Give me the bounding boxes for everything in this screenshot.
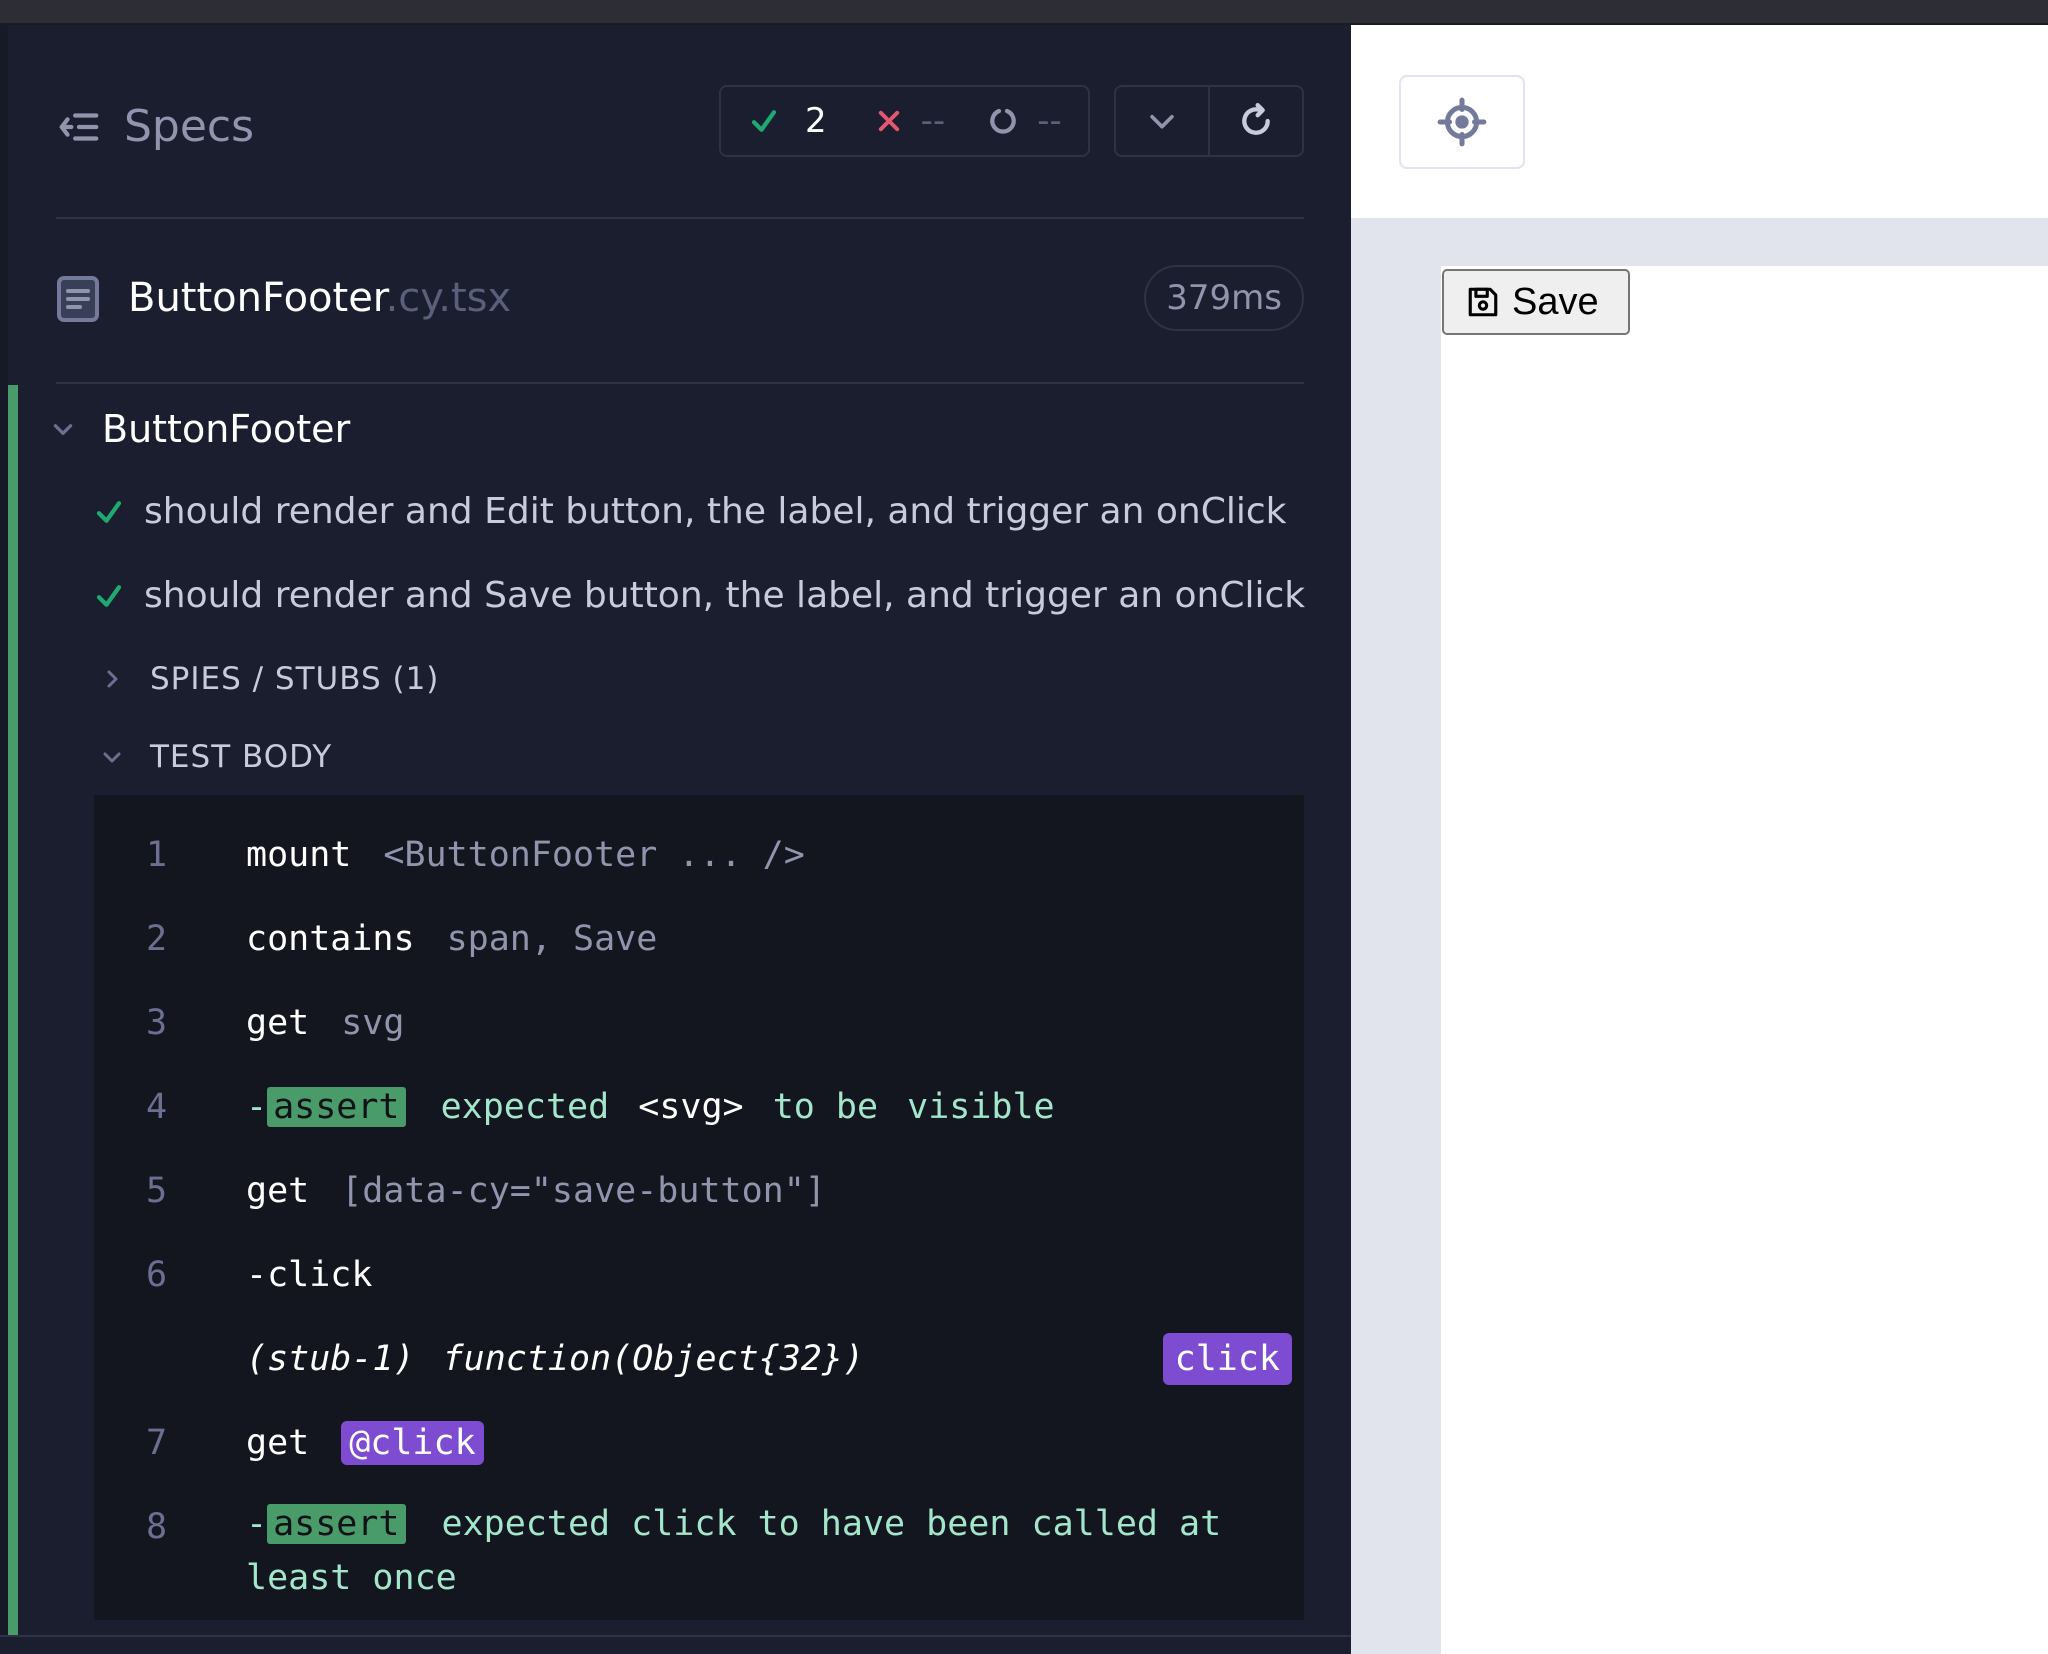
command-number: 3 <box>146 1003 168 1043</box>
app-viewport: Save <box>1441 266 2048 1654</box>
test-row[interactable]: should render and Edit button, the label… <box>94 491 1287 532</box>
command-message: span, Save <box>446 919 658 959</box>
click-event-badge: click <box>1162 1333 1292 1385</box>
chevron-right-icon <box>107 670 118 688</box>
check-icon <box>96 500 122 523</box>
reporter-panel: Specs 2 -- -- ButtonFooter.cy.tsx 379ms … <box>0 25 1351 1654</box>
assert-dash: - <box>246 1504 268 1544</box>
reporter-left-edge <box>0 25 8 1654</box>
refresh-icon <box>1242 103 1270 135</box>
floppy-disk-icon <box>1468 287 1498 317</box>
assert-subject: <svg> <box>638 1087 744 1127</box>
spies-stubs-toggle[interactable]: SPIES / STUBS (1) <box>100 661 439 697</box>
assert-message: expected click to have been called at <box>441 1504 1222 1544</box>
aut-area: Save <box>1351 218 2048 1654</box>
test-body-label: TEST BODY <box>150 739 333 775</box>
specs-label: Specs <box>124 101 255 152</box>
window-top-bar <box>0 0 2048 25</box>
spec-file-row: ButtonFooter.cy.tsx 379ms <box>56 263 1304 333</box>
alias-badge: @click <box>341 1421 484 1465</box>
chevron-down-icon <box>1150 114 1174 129</box>
spec-duration-badge: 379ms <box>1144 265 1304 331</box>
assert-badge: assert <box>267 1504 406 1544</box>
header-divider <box>56 217 1304 219</box>
command-name: contains <box>246 919 415 959</box>
save-button-label: Save <box>1512 280 1599 323</box>
test-title: should render and Save button, the label… <box>144 575 1306 616</box>
pending-stat: -- <box>987 101 1062 141</box>
stub-function: function(Object{32}) <box>442 1339 865 1379</box>
assert-message-continued: least once <box>246 1558 457 1598</box>
test-stats: 2 -- -- <box>719 85 1090 157</box>
command-name: get <box>246 1423 310 1463</box>
assert-word: to be <box>772 1087 879 1127</box>
specs-button[interactable]: Specs <box>56 101 254 152</box>
specs-list-back-icon <box>59 112 99 141</box>
pending-count: -- <box>1037 101 1062 141</box>
assert-dash: - <box>246 1087 268 1127</box>
command-name: get <box>246 1171 310 1211</box>
test-body-toggle[interactable]: TEST BODY <box>100 739 332 775</box>
command-log: 1 mount <ButtonFooter ... /> 2 contains sp… <box>94 795 1304 1620</box>
spec-file-base: ButtonFooter <box>128 275 386 321</box>
file-divider <box>56 382 1304 384</box>
aut-toolbar <box>1351 25 2048 218</box>
command-message: svg <box>341 1003 405 1043</box>
assert-word: visible <box>907 1087 1055 1127</box>
spec-file-name: ButtonFooter.cy.tsx <box>128 275 511 321</box>
test-row[interactable]: should render and Save button, the label… <box>94 575 1305 616</box>
selector-playground-button[interactable] <box>1399 75 1525 169</box>
command-number: 5 <box>146 1171 168 1211</box>
suite-title-row[interactable]: ButtonFooter <box>50 407 350 451</box>
command-number: 6 <box>146 1255 168 1295</box>
passed-stat: 2 <box>749 101 827 141</box>
x-icon <box>878 110 899 132</box>
stub-name: (stub-1) <box>246 1339 415 1379</box>
spies-stubs-label: SPIES / STUBS (1) <box>150 661 440 697</box>
command-number: 2 <box>146 919 168 959</box>
rerun-button[interactable] <box>1208 85 1304 157</box>
assert-word: expected <box>440 1087 610 1127</box>
command-number: 8 <box>146 1507 168 1547</box>
failed-stat: -- <box>875 101 946 141</box>
chevron-down-icon <box>103 752 121 763</box>
command-number: 4 <box>146 1087 168 1127</box>
command-number: 7 <box>146 1423 168 1463</box>
command-name: get <box>246 1003 310 1043</box>
command-message: [data-cy="save-button"] <box>341 1171 826 1211</box>
pending-spinner-icon <box>990 108 1016 134</box>
document-icon <box>57 276 99 322</box>
stub-event-row[interactable]: (stub-1) function(Object{32}) click <box>94 1333 1304 1395</box>
collapse-all-button[interactable] <box>1114 85 1210 157</box>
command-name: mount <box>246 835 352 875</box>
command-message: <ButtonFooter ... /> <box>383 835 805 875</box>
crosshair-icon <box>1437 97 1487 147</box>
passed-count: 2 <box>805 101 827 141</box>
reporter-header: Specs 2 -- -- <box>56 85 1304 185</box>
command-number: 1 <box>146 835 168 875</box>
reporter-bottom-border <box>0 1635 1351 1654</box>
check-icon <box>751 110 777 132</box>
check-icon <box>96 584 122 607</box>
failed-count: -- <box>920 101 946 141</box>
test-title: should render and Edit button, the label… <box>144 491 1287 532</box>
assert-badge: assert <box>267 1087 406 1127</box>
suite-title: ButtonFooter <box>102 407 351 451</box>
command-name: -click <box>246 1255 373 1295</box>
save-button[interactable]: Save <box>1442 269 1630 335</box>
spec-file-ext: .cy.tsx <box>385 275 512 321</box>
chevron-down-icon <box>53 424 73 435</box>
passed-status-rail <box>8 385 18 1645</box>
